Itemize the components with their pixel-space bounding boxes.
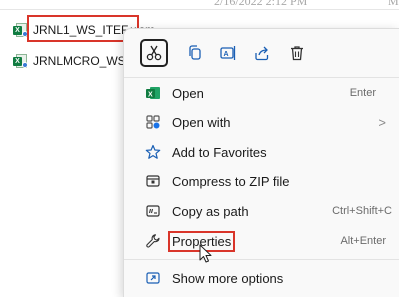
scissors-icon [146, 45, 162, 61]
rename-icon: A [220, 46, 236, 60]
menu-item-label: Show more options [172, 270, 284, 286]
excel-macro-file-icon: X [13, 23, 28, 37]
svg-text:X: X [148, 92, 153, 99]
excel-icon: X [144, 84, 162, 102]
date-modified-partial: 2/16/2022 2:12 PM [214, 0, 308, 8]
delete-button[interactable] [283, 39, 311, 67]
menu-item-label: Add to Favorites [172, 144, 267, 160]
menu-item-shortcut: Alt+Enter [340, 235, 386, 247]
rename-button[interactable]: A [214, 39, 242, 67]
copy-icon [189, 45, 201, 60]
menu-item-open[interactable]: X Open Enter [134, 80, 394, 106]
star-icon [144, 143, 162, 161]
menu-item-compress-zip[interactable]: Compress to ZIP file [134, 168, 394, 194]
menu-item-properties[interactable]: Properties Alt+Enter [134, 228, 394, 254]
copy-path-icon [144, 202, 162, 220]
menu-item-label: Copy as path [172, 203, 249, 219]
properties-wrench-icon [144, 232, 162, 250]
menu-item-copy-as-path[interactable]: Copy as path Ctrl+Shift+C [134, 198, 394, 224]
menu-separator [124, 259, 399, 260]
toolbar-separator [124, 77, 399, 78]
menu-item-label: Compress to ZIP file [172, 173, 290, 189]
share-icon [255, 46, 269, 61]
type-column-partial: M [388, 0, 399, 8]
column-header-strip: 2/16/2022 2:12 PM M [0, 0, 399, 10]
menu-item-label: Open [172, 85, 204, 101]
context-menu-toolbar: A [124, 29, 399, 77]
menu-item-show-more-options[interactable]: Show more options [134, 265, 394, 291]
svg-text:A: A [224, 51, 229, 58]
show-more-icon [144, 269, 162, 287]
chevron-right-icon: > [378, 114, 386, 130]
properties-label-wrap: Properties [168, 230, 340, 252]
cut-button[interactable] [140, 39, 168, 67]
menu-item-add-to-favorites[interactable]: Add to Favorites [134, 139, 394, 165]
menu-item-shortcut: Enter [349, 87, 376, 99]
copy-button[interactable] [181, 39, 209, 67]
menu-item-shortcut: Ctrl+Shift+C [332, 205, 392, 217]
share-button[interactable] [248, 39, 276, 67]
menu-item-open-with[interactable]: Open with > [134, 109, 394, 135]
mouse-pointer-icon [199, 244, 212, 263]
menu-item-label: Open with [172, 114, 231, 130]
excel-addin-file-icon: X [13, 54, 28, 68]
open-with-icon [144, 113, 162, 131]
zip-icon [144, 172, 162, 190]
trash-icon [291, 46, 303, 61]
context-menu: A X Open Enter Open with > Add to Favori… [123, 28, 399, 297]
